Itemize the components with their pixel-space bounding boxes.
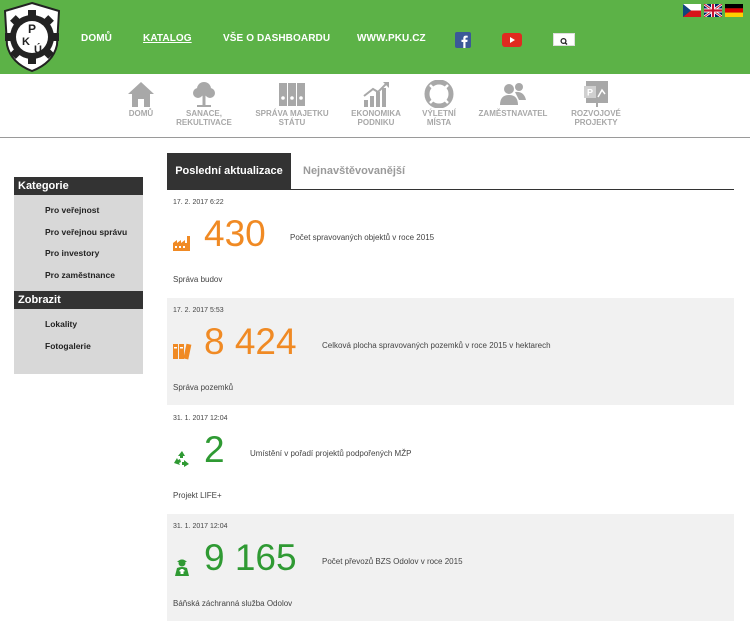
entry-value: 9 165: [204, 537, 297, 578]
update-entry[interactable]: 17. 2. 2017 6:22 430 Počet spravovaných …: [167, 190, 734, 297]
iconbar-item-rozvojove-projekty[interactable]: P ROZVOJOVÉ PROJEKTY: [567, 80, 625, 127]
people-icon: [500, 83, 526, 105]
tree-icon: [193, 82, 215, 107]
sidebar-item-lokality[interactable]: Lokality: [14, 314, 143, 336]
iconbar-item-sprava-majetku[interactable]: SPRÁVA MAJETKU STÁTU: [250, 80, 334, 127]
iconbar-label: PODNIKU: [357, 118, 395, 127]
nav-vse-o-dashboardu[interactable]: VŠE O DASHBOARDU: [223, 33, 330, 44]
entry-description: Počet spravovaných objektů v roce 2015: [290, 233, 435, 242]
youtube-icon[interactable]: [502, 33, 522, 47]
iconbar-label: DOMŮ: [128, 109, 154, 118]
iconbar-item-ekonomika[interactable]: EKONOMIKA PODNIKU: [346, 80, 406, 127]
books-icon: [173, 343, 192, 360]
lifebuoy-icon: [424, 80, 454, 108]
flag-cz-icon[interactable]: [683, 4, 701, 17]
svg-text:P: P: [587, 88, 593, 98]
facebook-icon[interactable]: [455, 32, 471, 48]
sidebar-item-fotogalerie[interactable]: Fotogalerie: [14, 336, 143, 358]
svg-text:Ú: Ú: [34, 43, 42, 56]
iconbar-label: VÝLETNÍ: [422, 109, 456, 118]
entry-description: Celková plocha spravovaných pozemků v ro…: [322, 341, 551, 350]
nav-katalog[interactable]: KATALOG: [143, 33, 192, 44]
recycle-icon: [174, 451, 189, 467]
update-entry[interactable]: 31. 1. 2017 12:04 9 165 Počet převozů BZ…: [167, 514, 734, 621]
entry-category: Projekt LIFE+: [173, 491, 222, 500]
entry-date: 31. 1. 2017 12:04: [173, 523, 228, 530]
update-entry[interactable]: 31. 1. 2017 12:04 2 Umístění v pořadí pr…: [167, 406, 734, 513]
sidebar-item-pro-zamestnance[interactable]: Pro zaměstnance: [14, 265, 143, 287]
sidebar-item-pro-verejnou-spravu[interactable]: Pro veřejnou správu: [14, 222, 143, 244]
entry-category: Báňská záchranná služba Odolov: [173, 599, 293, 608]
entry-value: 430: [204, 213, 266, 254]
header-bar: P K Ú DOMŮ KATALOG VŠE O DASHBOARDU WWW.…: [0, 0, 750, 74]
iconbar-item-sanace[interactable]: SANACE, REKULTIVACE: [170, 80, 238, 127]
iconbar-item-domu[interactable]: DOMŮ: [119, 80, 163, 118]
svg-text:K: K: [22, 36, 30, 48]
sidebar-kategorie-title: Kategorie: [14, 177, 143, 195]
sidebar-zobrazit-list: Lokality Fotogalerie: [14, 309, 143, 362]
factory-icon: [173, 236, 190, 251]
entry-value: 8 424: [204, 321, 297, 362]
entry-category: Správa pozemků: [173, 383, 234, 392]
entry-category: Správa budov: [173, 275, 223, 284]
iconbar-label: ZAMĚSTNAVATEL: [478, 109, 548, 118]
category-icon-bar: DOMŮ SANACE, REKULTIVACE SPRÁVA MAJETKU …: [0, 74, 750, 138]
sidebar: Kategorie Pro veřejnost Pro veřejnou spr…: [14, 177, 143, 374]
search-button[interactable]: [553, 33, 575, 46]
tab-nejnavstevovanejsi[interactable]: Nejnavštěvovanější: [303, 153, 405, 189]
sidebar-item-pro-investory[interactable]: Pro investory: [14, 243, 143, 265]
iconbar-item-zamestnavatel[interactable]: ZAMĚSTNAVATEL: [473, 80, 553, 118]
tab-posledni-aktualizace[interactable]: Poslední aktualizace: [167, 153, 291, 189]
binders-icon: [279, 83, 305, 106]
iconbar-label: MÍSTA: [426, 118, 452, 127]
iconbar-label: SANACE,: [185, 109, 222, 118]
iconbar-label: STÁTU: [278, 118, 306, 127]
iconbar-label: PROJEKTY: [574, 118, 618, 127]
search-icon: [560, 37, 568, 45]
rescuer-icon: [175, 559, 189, 576]
sidebar-kategorie-list: Pro veřejnost Pro veřejnou správu Pro in…: [14, 195, 143, 291]
entry-date: 17. 2. 2017 5:53: [173, 307, 224, 314]
sidebar-zobrazit-title: Zobrazit: [14, 291, 143, 309]
entry-value: 2: [204, 429, 225, 470]
pku-logo[interactable]: P K Ú: [3, 1, 61, 73]
iconbar-item-vyletni-mista[interactable]: VÝLETNÍ MÍSTA: [414, 80, 464, 127]
sidebar-item-pro-verejnost[interactable]: Pro veřejnost: [14, 200, 143, 222]
nav-domu[interactable]: DOMŮ: [81, 33, 112, 44]
presentation-icon: P: [584, 81, 608, 107]
chart-icon: [363, 82, 389, 107]
entry-date: 31. 1. 2017 12:04: [173, 415, 228, 422]
nav-www-pku[interactable]: WWW.PKU.CZ: [357, 33, 426, 44]
flag-de-icon[interactable]: [725, 4, 743, 17]
entry-description: Počet převozů BZS Odolov v roce 2015: [322, 557, 463, 566]
iconbar-label: SPRÁVA MAJETKU: [255, 109, 329, 118]
flag-en-icon[interactable]: [704, 4, 722, 17]
iconbar-label: EKONOMIKA: [351, 109, 401, 118]
entry-date: 17. 2. 2017 6:22: [173, 199, 224, 206]
svg-text:P: P: [28, 22, 36, 36]
iconbar-label: REKULTIVACE: [176, 118, 232, 127]
iconbar-label: ROZVOJOVÉ: [571, 109, 621, 118]
update-entry[interactable]: 17. 2. 2017 5:53 8 424 Celková plocha sp…: [167, 298, 734, 405]
entry-description: Umístění v pořadí projektů podpořených M…: [250, 449, 412, 458]
house-icon: [128, 82, 154, 107]
